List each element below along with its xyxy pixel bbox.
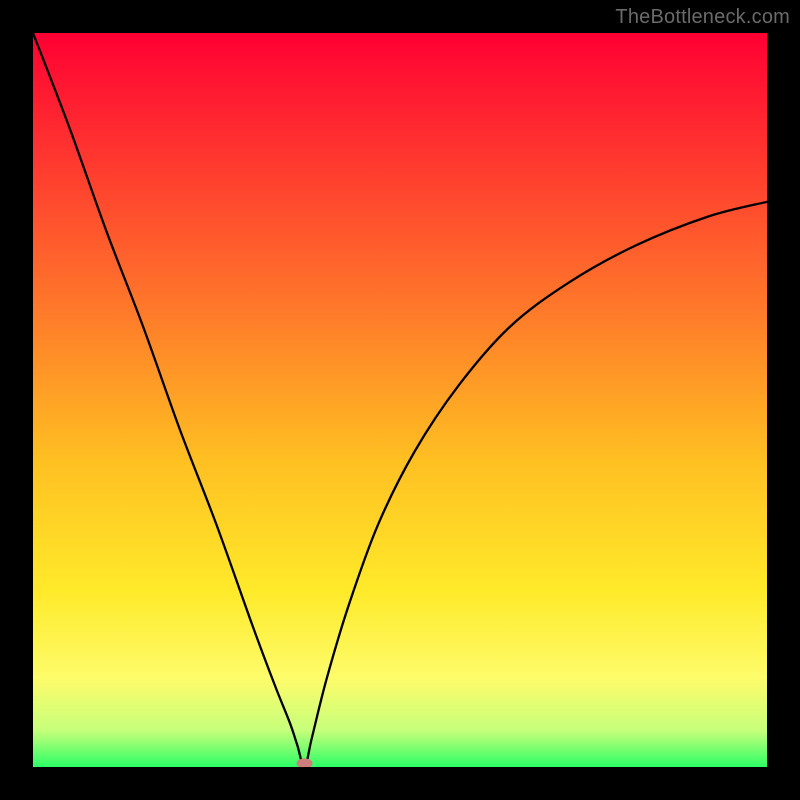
chart-container: TheBottleneck.com xyxy=(0,0,800,800)
gradient-background xyxy=(33,33,767,767)
watermark: TheBottleneck.com xyxy=(615,6,790,29)
bottleneck-plot xyxy=(33,33,767,767)
